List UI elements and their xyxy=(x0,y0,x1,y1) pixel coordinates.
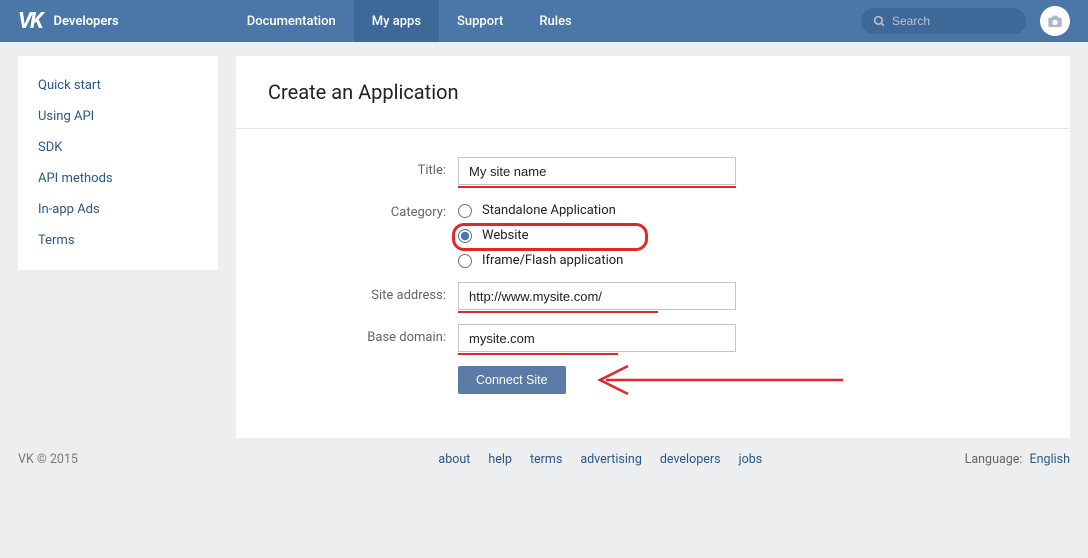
footer-link-advertising[interactable]: advertising xyxy=(580,452,642,467)
search-input[interactable] xyxy=(892,14,1012,28)
label-category: Category: xyxy=(268,199,458,220)
radio-standalone[interactable]: Standalone Application xyxy=(458,203,1038,218)
label-title: Title: xyxy=(268,157,458,178)
footer-link-developers[interactable]: developers xyxy=(660,452,721,467)
sidebar: Quick start Using API SDK API methods In… xyxy=(18,56,218,270)
sidebar-item-using-api[interactable]: Using API xyxy=(18,101,218,132)
nav-support[interactable]: Support xyxy=(439,0,521,42)
footer-language-select[interactable]: English xyxy=(1030,452,1070,467)
create-app-form: Title: Category: Standalone Application xyxy=(236,129,1070,438)
input-site-address[interactable] xyxy=(458,282,736,310)
footer-link-jobs[interactable]: jobs xyxy=(739,452,763,467)
footer-link-terms[interactable]: terms xyxy=(530,452,562,467)
footer-language: Language: English xyxy=(965,452,1070,467)
vk-logo-icon: VK xyxy=(18,9,42,34)
input-base-domain[interactable] xyxy=(458,324,736,352)
annotation-arrow-icon xyxy=(588,360,848,400)
sidebar-item-inapp-ads[interactable]: In-app Ads xyxy=(18,194,218,225)
footer: VK © 2015 about help terms advertising d… xyxy=(0,438,1088,497)
nav-my-apps[interactable]: My apps xyxy=(354,0,439,42)
footer-copyright: VK © 2015 xyxy=(18,452,236,467)
brand-label: Developers xyxy=(54,14,119,29)
header-bar: VK Developers Documentation My apps Supp… xyxy=(0,0,1088,42)
content-panel: Create an Application Title: Category: xyxy=(236,56,1070,438)
sidebar-item-quick-start[interactable]: Quick start xyxy=(18,70,218,101)
label-site-address: Site address: xyxy=(268,282,458,303)
sidebar-item-sdk[interactable]: SDK xyxy=(18,132,218,163)
footer-links: about help terms advertising developers … xyxy=(236,452,965,467)
radio-website[interactable]: Website xyxy=(458,228,1038,243)
label-base-domain: Base domain: xyxy=(268,324,458,345)
sidebar-item-terms[interactable]: Terms xyxy=(18,225,218,256)
input-title[interactable] xyxy=(458,157,736,185)
radio-iframe[interactable]: Iframe/Flash application xyxy=(458,253,1038,268)
annotation-underline-base xyxy=(458,353,618,355)
page-title: Create an Application xyxy=(236,56,1070,129)
footer-link-about[interactable]: about xyxy=(438,452,470,467)
nav-documentation[interactable]: Documentation xyxy=(229,0,354,42)
annotation-underline-site xyxy=(458,311,658,313)
footer-link-help[interactable]: help xyxy=(488,452,512,467)
search-icon xyxy=(873,15,886,28)
radio-group-category: Standalone Application Website Iframe/Fl… xyxy=(458,199,1038,268)
camera-avatar[interactable] xyxy=(1040,6,1070,36)
top-nav: Documentation My apps Support Rules xyxy=(229,0,590,42)
nav-rules[interactable]: Rules xyxy=(521,0,589,42)
sidebar-item-api-methods[interactable]: API methods xyxy=(18,163,218,194)
annotation-underline-title xyxy=(458,186,736,188)
search-box[interactable] xyxy=(861,8,1026,34)
camera-icon xyxy=(1047,14,1063,28)
connect-site-button[interactable]: Connect Site xyxy=(458,366,566,394)
logo-wrap[interactable]: VK Developers xyxy=(18,9,119,34)
